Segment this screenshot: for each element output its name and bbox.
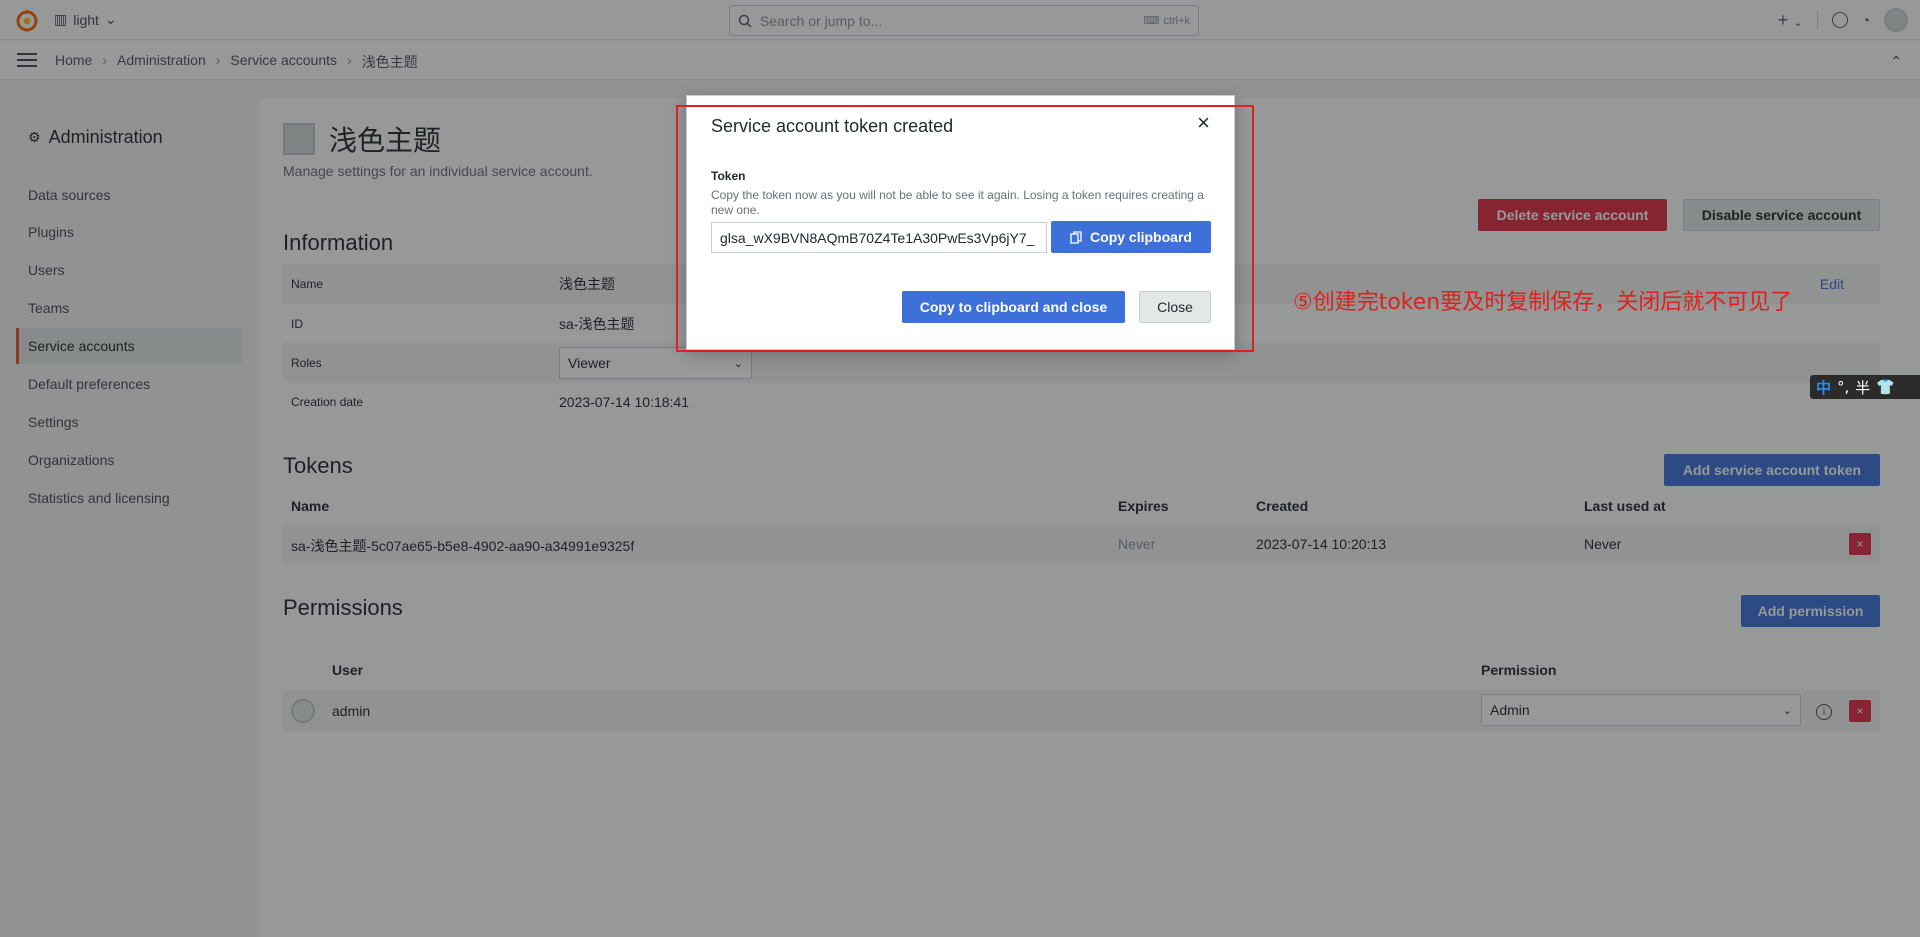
ime-width[interactable]: 半 — [1855, 377, 1870, 398]
ime-toolbar[interactable]: 中 °, 半 👕 — [1810, 375, 1920, 399]
skin-icon[interactable]: 👕 — [1876, 378, 1895, 396]
ime-punct[interactable]: °, — [1837, 378, 1849, 396]
annotation-highlight-box — [676, 105, 1254, 352]
annotation-text: ⑤创建完token要及时复制保存，关闭后就不可见了 — [1293, 290, 1793, 315]
ime-mode[interactable]: 中 — [1816, 377, 1831, 398]
